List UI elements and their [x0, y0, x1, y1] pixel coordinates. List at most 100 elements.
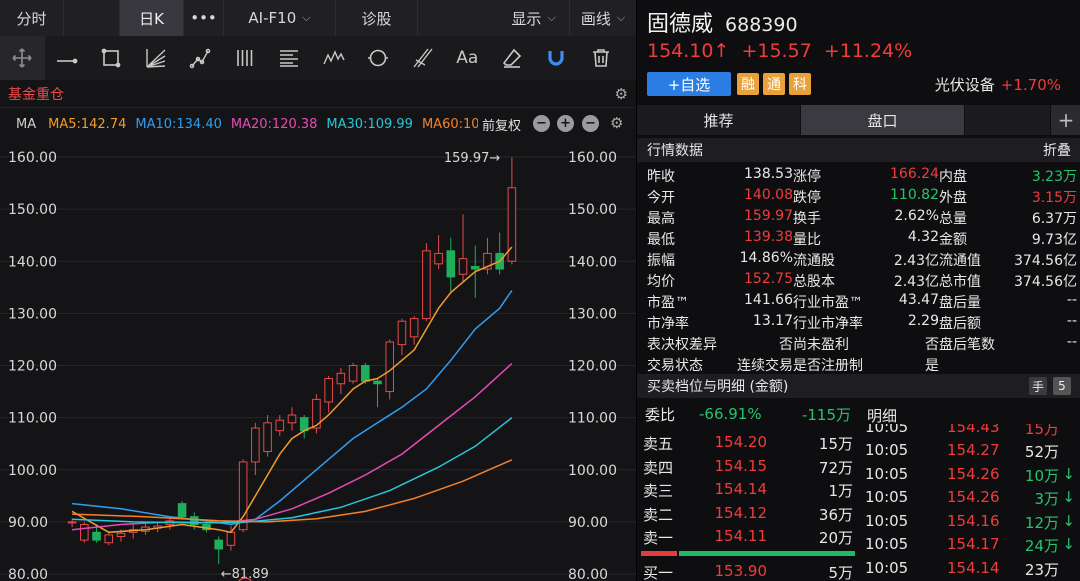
tick-price: 154.26 — [947, 464, 1000, 483]
more-button[interactable]: ••• — [184, 0, 224, 36]
tick-time: 10:05 — [865, 424, 909, 436]
tick-volume: 52万 — [1024, 443, 1059, 461]
candle-body — [385, 341, 395, 393]
text-aa-icon[interactable]: Aa — [445, 36, 490, 80]
asks-price: 154.12 — [714, 503, 768, 522]
tick-time: 10:05 — [865, 511, 909, 530]
ma5-label: MA5:142.74 — [48, 116, 127, 132]
trash-icon[interactable] — [579, 36, 624, 80]
fund-holding-label[interactable]: 基金重仓 — [8, 84, 64, 104]
tick-volume: 3万 — [1034, 490, 1059, 508]
stat-label: 是否注册制 — [793, 358, 863, 374]
level-count-button[interactable]: 5 — [1053, 377, 1071, 395]
ma-title[interactable]: MA — [16, 117, 36, 132]
tab-intraday[interactable]: 分时 — [0, 0, 64, 36]
stat-value: 否 — [925, 337, 939, 353]
trend-dots-icon[interactable] — [178, 36, 223, 80]
display-menu[interactable]: 显示 ⌵ — [498, 0, 570, 36]
bids-row[interactable]: 买一 153.90 5万 — [637, 559, 859, 581]
tick-price: 154.43 — [947, 424, 1000, 436]
high-annotation: 159.97→ — [444, 151, 500, 166]
y-tick-label-left: 160.00 — [8, 150, 57, 166]
stat-value: -- — [1066, 292, 1077, 308]
stat-label: 尚未盈利 — [793, 337, 849, 353]
asks-volume: 72万 — [818, 458, 853, 477]
zoom-out-icon[interactable]: − — [533, 115, 550, 132]
asks-row[interactable]: 卖四 154.15 72万 — [637, 454, 859, 478]
margin-tag[interactable]: 融 — [737, 73, 759, 95]
tab-ai-f10[interactable]: AI-F10 ⌵ — [224, 0, 336, 36]
tick-direction-icon: ↓ — [1062, 535, 1075, 553]
gear-icon[interactable]: ⚙ — [610, 114, 623, 132]
line-icon[interactable] — [45, 36, 90, 80]
tick-row: 10:05 154.26 10万 ↓ — [863, 462, 1080, 486]
asks-row[interactable]: 卖五 154.20 15万 — [637, 430, 859, 454]
candle-body — [214, 539, 223, 550]
candle-body — [373, 380, 382, 385]
hand-unit-button[interactable]: 手 — [1029, 377, 1047, 395]
star-market-tag[interactable]: 科 — [789, 73, 811, 95]
collapse-button[interactable]: 折叠 — [1043, 140, 1071, 160]
vertical-lines-icon[interactable] — [223, 36, 268, 80]
tick-volume: 15万 — [1024, 424, 1059, 438]
stat-value: 166.24 — [890, 166, 939, 182]
zoom-in-icon[interactable]: + — [557, 115, 574, 132]
kline-chart[interactable]: 160.00 160.00 150.00 150.00 140.00 140.00 130.… — [0, 140, 636, 581]
eraser-icon[interactable] — [490, 36, 535, 80]
stat-value: 否 — [779, 337, 793, 353]
order-ratio-pct: -66.91% — [699, 405, 762, 423]
stat-value: 2.29 — [907, 313, 939, 329]
quote-tabs: 推荐 盘口 + — [637, 105, 1080, 135]
cycle-icon[interactable] — [356, 36, 401, 80]
sector-link[interactable]: 光伏设备 +1.70% — [935, 74, 1061, 95]
collapse-icon[interactable]: − — [582, 115, 599, 132]
gear-icon[interactable]: ⚙ — [615, 85, 628, 103]
tick-volume: 10万 — [1024, 466, 1059, 485]
asks-row[interactable]: 卖三 154.14 1万 — [637, 477, 859, 501]
asks-volume: 36万 — [818, 505, 853, 524]
stat-value: 6.37万 — [1031, 211, 1077, 227]
tab-diagnose[interactable]: 诊股 — [336, 0, 418, 36]
asks-price: 154.20 — [714, 433, 768, 451]
tick-row: 10:05 154.17 24万 ↓ — [863, 532, 1080, 556]
tab-daily-k[interactable]: 日K — [120, 0, 184, 36]
ma-line-ma30 — [72, 417, 513, 524]
fib-lines-icon[interactable] — [267, 36, 312, 80]
y-tick-label-left: 90.00 — [8, 515, 48, 531]
tick-volume: 12万 — [1024, 513, 1059, 532]
wave-icon[interactable] — [312, 36, 357, 80]
stat-value: 2.62% — [894, 208, 939, 224]
add-tab-button[interactable]: + — [1051, 105, 1080, 135]
asks-level: 卖四 — [643, 458, 674, 477]
candle-body — [458, 258, 468, 275]
y-tick-label-right: 110.00 — [568, 411, 617, 427]
tab-orderbook[interactable]: 盘口 — [801, 105, 965, 135]
asks-row[interactable]: 卖二 154.12 36万 — [637, 501, 859, 525]
bids-volume: 5万 — [828, 564, 853, 581]
drawing-menu[interactable]: 画线 ⌵ — [570, 0, 636, 36]
fan-icon[interactable] — [134, 36, 179, 80]
tick-list[interactable]: 10:05 154.43 15万 10:05 154.27 52万 10:05 154.26 1… — [863, 424, 1080, 581]
move-cross-icon[interactable] — [0, 36, 45, 80]
tick-price: 154.17 — [947, 535, 1000, 553]
stat-row: 市盈™ 141.66 行业市盈™ 43.47 盘后量 -- — [637, 290, 1080, 311]
add-watchlist-button[interactable]: +自选 — [647, 72, 731, 96]
rect-crop-icon[interactable] — [89, 36, 134, 80]
order-ratio-diff: -115万 — [801, 405, 851, 424]
parallel-lines-icon[interactable] — [401, 36, 446, 80]
tick-price: 154.27 — [947, 441, 1000, 459]
tab-recommend[interactable]: 推荐 — [637, 105, 801, 135]
y-tick-label-right: 140.00 — [568, 254, 617, 270]
tick-time: 10:05 — [865, 558, 909, 577]
connect-tag[interactable]: 通 — [763, 73, 785, 95]
y-tick-label-left: 120.00 — [8, 359, 57, 375]
orderbook-section-header: 买卖档位与明细 (金额) 手 5 — [637, 374, 1080, 398]
adjust-mode-select[interactable]: 前复权 — [478, 115, 526, 134]
orderbook-section-title: 买卖档位与明细 (金额) — [647, 379, 789, 395]
y-tick-label-right: 90.00 — [568, 515, 608, 531]
candle-body — [348, 365, 358, 382]
magnet-icon[interactable] — [534, 36, 579, 80]
low-annotation: ←81.89 — [221, 567, 269, 581]
chart-topbar: 分时 日K ••• AI-F10 ⌵ 诊股 显示 ⌵ 画线 ⌵ — [0, 0, 636, 36]
asks-row[interactable]: 卖一 154.11 20万 — [637, 524, 859, 548]
